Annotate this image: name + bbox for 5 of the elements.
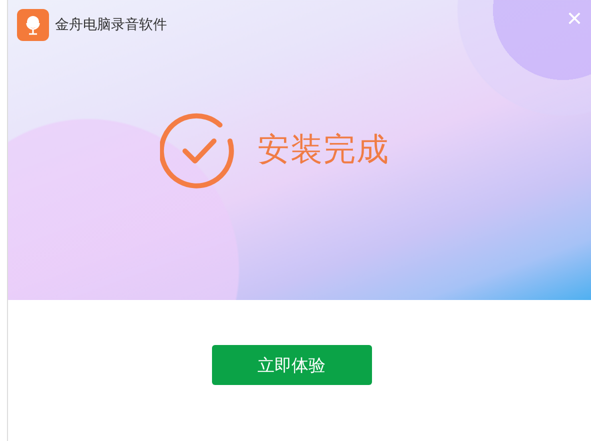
close-button[interactable]: × — [566, 5, 582, 31]
window-title: 金舟电脑录音软件 — [55, 16, 168, 34]
status-text: 安装完成 — [258, 129, 390, 170]
try-now-button[interactable]: 立即体验 — [212, 345, 372, 385]
microphone-icon — [17, 9, 49, 41]
